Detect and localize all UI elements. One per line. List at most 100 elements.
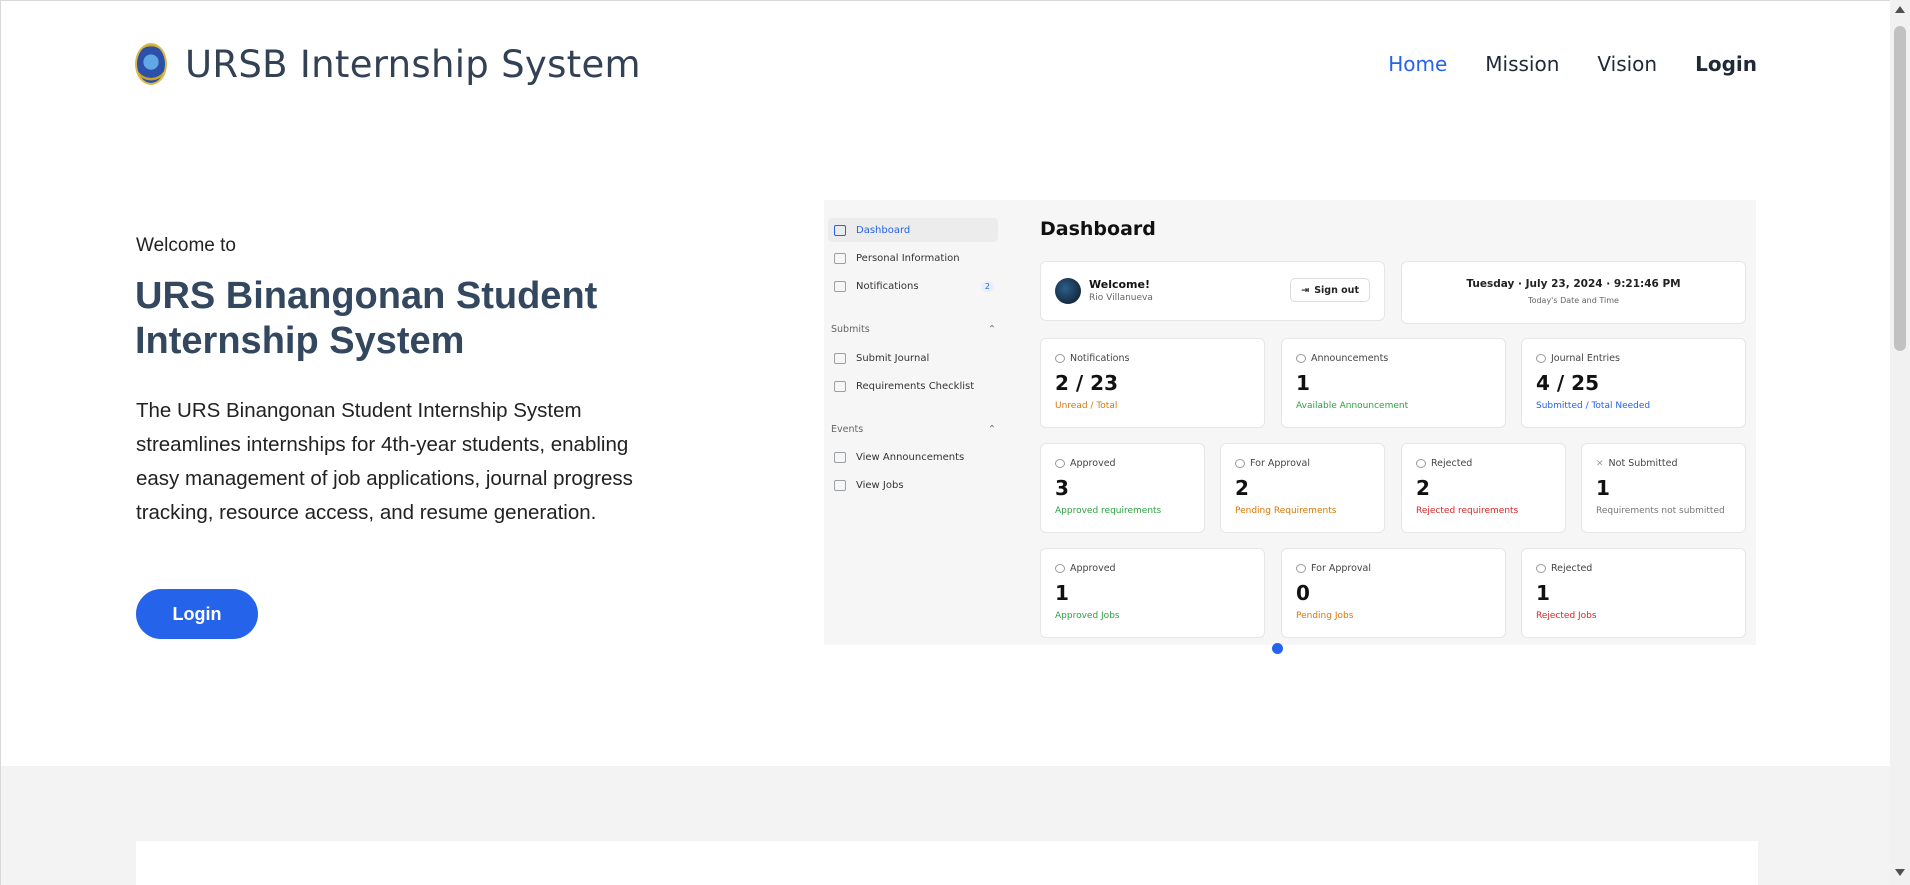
preview-stat-card: For Approval 0 Pending Jobs bbox=[1281, 548, 1506, 638]
megaphone-icon bbox=[1296, 354, 1306, 363]
stat-label-text: Rejected bbox=[1551, 563, 1593, 574]
sidebar-label: View Jobs bbox=[856, 479, 904, 491]
x-circle-icon bbox=[1536, 564, 1546, 573]
folder-icon bbox=[834, 451, 846, 463]
scroll-down-arrow-icon[interactable] bbox=[1895, 869, 1905, 876]
university-logo-icon bbox=[135, 43, 167, 85]
preview-sidebar-item-view-announcements: View Announcements bbox=[828, 445, 998, 469]
preview-sidebar-item-dashboard: Dashboard bbox=[828, 218, 998, 242]
welcome-text: Welcome to bbox=[136, 235, 236, 256]
stat-value: 1 bbox=[1536, 581, 1550, 605]
user-name: Rio Villanueva bbox=[1089, 293, 1153, 303]
preview-sidebar-item-view-jobs: View Jobs bbox=[828, 473, 998, 497]
hero-title: URS Binangonan Student Internship System bbox=[135, 275, 598, 362]
preview-stat-card: Journal Entries 4 / 25 Submitted / Total… bbox=[1521, 338, 1746, 428]
stat-label-text: For Approval bbox=[1250, 458, 1311, 469]
folder-icon bbox=[834, 380, 846, 392]
x-circle-icon bbox=[1416, 459, 1426, 468]
preview-stat-card: Notifications 2 / 23 Unread / Total bbox=[1040, 338, 1265, 428]
chevron-up-icon: ⌃ bbox=[988, 424, 996, 435]
stat-label: Approved bbox=[1055, 563, 1116, 574]
check-circle-icon bbox=[1055, 459, 1065, 468]
preview-stat-card: Announcements 1 Available Announcement bbox=[1281, 338, 1506, 428]
stat-label: Approved bbox=[1055, 458, 1116, 469]
preview-datetime-card: Tuesday · July 23, 2024 · 9:21:46 PM Tod… bbox=[1401, 261, 1746, 324]
stat-sub: Pending Requirements bbox=[1235, 506, 1337, 516]
preview-sidebar-item-personal-information: Personal Information bbox=[828, 246, 998, 270]
stat-label: Rejected bbox=[1416, 458, 1472, 469]
brand[interactable]: URSB Internship System bbox=[135, 43, 641, 86]
chevron-up-icon: ⌃ bbox=[988, 324, 996, 335]
preview-sidebar-item-submit-journal: Submit Journal bbox=[828, 346, 998, 370]
folder-icon bbox=[834, 352, 846, 364]
nav-mission-link[interactable]: Mission bbox=[1485, 52, 1559, 76]
stat-value: 2 bbox=[1416, 476, 1430, 500]
stat-label-text: Not Submitted bbox=[1608, 458, 1678, 469]
sidebar-label: Requirements Checklist bbox=[856, 380, 975, 392]
sign-out-icon: ⇥ bbox=[1301, 284, 1310, 296]
nav-home-link[interactable]: Home bbox=[1388, 52, 1447, 76]
stat-label-text: Journal Entries bbox=[1551, 353, 1620, 364]
stat-value: 0 bbox=[1296, 581, 1310, 605]
stat-label-text: Announcements bbox=[1311, 353, 1389, 364]
stat-label: Notifications bbox=[1055, 353, 1129, 364]
stat-value: 1 bbox=[1596, 476, 1610, 500]
preview-stat-card: Approved 1 Approved Jobs bbox=[1040, 548, 1265, 638]
preview-stat-card: Rejected 1 Rejected Jobs bbox=[1521, 548, 1746, 638]
stat-label-text: Notifications bbox=[1070, 353, 1130, 364]
x-icon: ✕ bbox=[1596, 458, 1604, 469]
stat-value: 4 / 25 bbox=[1536, 371, 1599, 395]
stat-value: 3 bbox=[1055, 476, 1069, 500]
brand-title: URSB Internship System bbox=[185, 42, 641, 86]
preview-stat-card: Rejected 2 Rejected requirements bbox=[1401, 443, 1566, 533]
stat-label: For Approval bbox=[1235, 458, 1310, 469]
stat-sub: Approved requirements bbox=[1055, 506, 1162, 516]
sidebar-label: Submit Journal bbox=[856, 352, 930, 364]
stat-label-text: Approved bbox=[1070, 563, 1116, 574]
current-datetime: Tuesday · July 23, 2024 · 9:21:46 PM bbox=[1466, 278, 1681, 290]
carousel-indicator-dot[interactable] bbox=[1272, 643, 1283, 654]
nav-login-link[interactable]: Login bbox=[1695, 52, 1757, 76]
sign-out-label: Sign out bbox=[1314, 284, 1359, 296]
hero-login-button[interactable]: Login bbox=[136, 589, 258, 639]
stat-label: Announcements bbox=[1296, 353, 1388, 364]
stat-label: Rejected bbox=[1536, 563, 1592, 574]
bell-icon bbox=[834, 280, 846, 292]
preview-section-events: Events ⌃ bbox=[831, 424, 996, 435]
stat-label: Journal Entries bbox=[1536, 353, 1620, 364]
stat-sub: Rejected Jobs bbox=[1536, 611, 1597, 621]
preview-stat-card: ✕ Not Submitted 1 Requirements not submit… bbox=[1581, 443, 1746, 533]
clock-icon bbox=[1235, 459, 1245, 468]
dashboard-preview-image: Dashboard Personal Information Notificat… bbox=[824, 200, 1756, 645]
sidebar-label: Personal Information bbox=[856, 252, 960, 264]
scrollbar-thumb[interactable] bbox=[1894, 26, 1906, 351]
stat-value: 1 bbox=[1296, 371, 1310, 395]
site-header: URSB Internship System Home Mission Visi… bbox=[135, 38, 1757, 90]
preview-section-submits: Submits ⌃ bbox=[831, 324, 996, 335]
preview-welcome-card: Welcome! Rio Villanueva ⇥ Sign out bbox=[1040, 261, 1385, 321]
stat-sub: Pending Jobs bbox=[1296, 611, 1354, 621]
section-label: Submits bbox=[831, 324, 870, 335]
sidebar-label: Notifications bbox=[856, 280, 919, 292]
stat-sub: Available Announcement bbox=[1296, 401, 1409, 411]
welcome-title: Welcome! bbox=[1089, 278, 1150, 291]
lower-section bbox=[1, 766, 1890, 885]
stat-sub: Rejected requirements bbox=[1416, 506, 1519, 516]
folder-icon bbox=[834, 479, 846, 491]
page-scrollbar[interactable] bbox=[1890, 0, 1910, 885]
stat-label: For Approval bbox=[1296, 563, 1371, 574]
sidebar-label: Dashboard bbox=[856, 224, 911, 236]
link-icon bbox=[834, 252, 846, 264]
clock-icon bbox=[1296, 564, 1306, 573]
stat-label-text: Rejected bbox=[1431, 458, 1473, 469]
stat-sub: Submitted / Total Needed bbox=[1536, 401, 1651, 411]
stat-label-text: For Approval bbox=[1311, 563, 1372, 574]
preview-sign-out-button: ⇥ Sign out bbox=[1290, 278, 1370, 302]
sidebar-label: View Announcements bbox=[856, 451, 965, 463]
preview-dashboard-title: Dashboard bbox=[1040, 218, 1156, 240]
nav-vision-link[interactable]: Vision bbox=[1597, 52, 1657, 76]
mail-icon bbox=[1055, 354, 1065, 363]
preview-sidebar-item-notifications: Notifications 2 bbox=[828, 274, 998, 298]
scroll-up-arrow-icon[interactable] bbox=[1895, 6, 1905, 13]
check-circle-icon bbox=[1055, 564, 1065, 573]
